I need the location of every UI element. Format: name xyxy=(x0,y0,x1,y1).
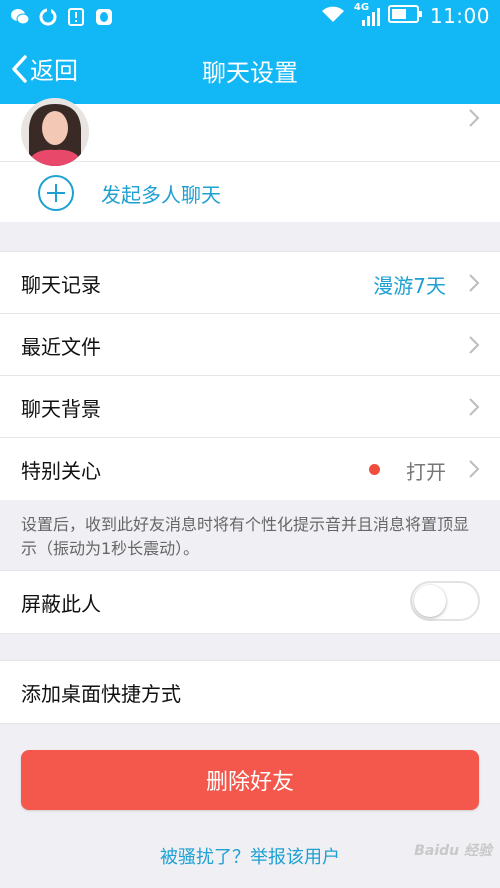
chevron-right-icon xyxy=(469,398,480,416)
profile-section: 发起多人聊天 xyxy=(0,98,500,222)
nav-bar: 返回 聊天设置 xyxy=(0,36,500,104)
settings-list: 聊天记录 漫游7天 最近文件 聊天背景 特别关心 打开 xyxy=(0,251,500,500)
delete-friend-button[interactable]: 删除好友 xyxy=(21,750,479,810)
recent-files-label: 最近文件 xyxy=(21,335,101,359)
sync-icon xyxy=(38,7,58,27)
start-group-chat-label: 发起多人聊天 xyxy=(101,183,221,207)
special-care-label: 特别关心 xyxy=(21,459,101,483)
clock: 11:00 xyxy=(429,4,490,28)
block-person-row: 屏蔽此人 xyxy=(0,571,500,633)
add-shortcut-row[interactable]: 添加桌面快捷方式 xyxy=(0,661,500,723)
watermark: Baidu 经验 xyxy=(414,843,492,859)
wifi-icon xyxy=(320,4,346,28)
signal-icon: 4G xyxy=(353,2,380,28)
recent-files-row[interactable]: 最近文件 xyxy=(0,314,500,376)
add-shortcut-label: 添加桌面快捷方式 xyxy=(21,682,181,706)
start-group-chat-row[interactable]: 发起多人聊天 xyxy=(0,162,500,222)
sim-alert-icon xyxy=(66,7,86,27)
qq-icon xyxy=(94,7,114,27)
friend-profile-row[interactable] xyxy=(0,98,500,166)
chat-history-value: 漫游7天 xyxy=(373,274,446,298)
chevron-right-icon xyxy=(469,109,480,127)
chevron-right-icon xyxy=(469,460,480,478)
battery-icon xyxy=(387,5,422,27)
avatar xyxy=(21,98,89,166)
block-person-toggle[interactable] xyxy=(410,581,480,621)
chat-history-row[interactable]: 聊天记录 漫游7天 xyxy=(0,252,500,314)
toggle-knob xyxy=(414,585,446,617)
chat-background-row[interactable]: 聊天背景 xyxy=(0,376,500,438)
shortcut-section: 添加桌面快捷方式 xyxy=(0,660,500,724)
new-badge-dot xyxy=(369,464,380,475)
special-care-hint: 设置后，收到此好友消息时将有个性化提示音并且消息将置顶显示（振动为1秒长震动）。 xyxy=(21,515,470,558)
system-indicators: 4G 11:00 xyxy=(320,2,490,28)
wechat-icon xyxy=(10,7,30,27)
notification-icons xyxy=(10,7,114,27)
chat-history-label: 聊天记录 xyxy=(21,273,101,297)
chat-background-label: 聊天背景 xyxy=(21,397,101,421)
block-person-label: 屏蔽此人 xyxy=(21,592,101,616)
page-title: 聊天设置 xyxy=(202,59,298,87)
chevron-right-icon xyxy=(469,336,480,354)
network-type-label: 4G xyxy=(353,2,370,13)
special-care-value: 打开 xyxy=(406,460,446,484)
chevron-right-icon xyxy=(469,274,480,292)
block-section: 屏蔽此人 xyxy=(0,570,500,634)
special-care-row[interactable]: 特别关心 打开 xyxy=(0,438,500,500)
status-bar: 4G 11:00 xyxy=(0,0,500,36)
plus-circle-icon xyxy=(38,175,74,211)
